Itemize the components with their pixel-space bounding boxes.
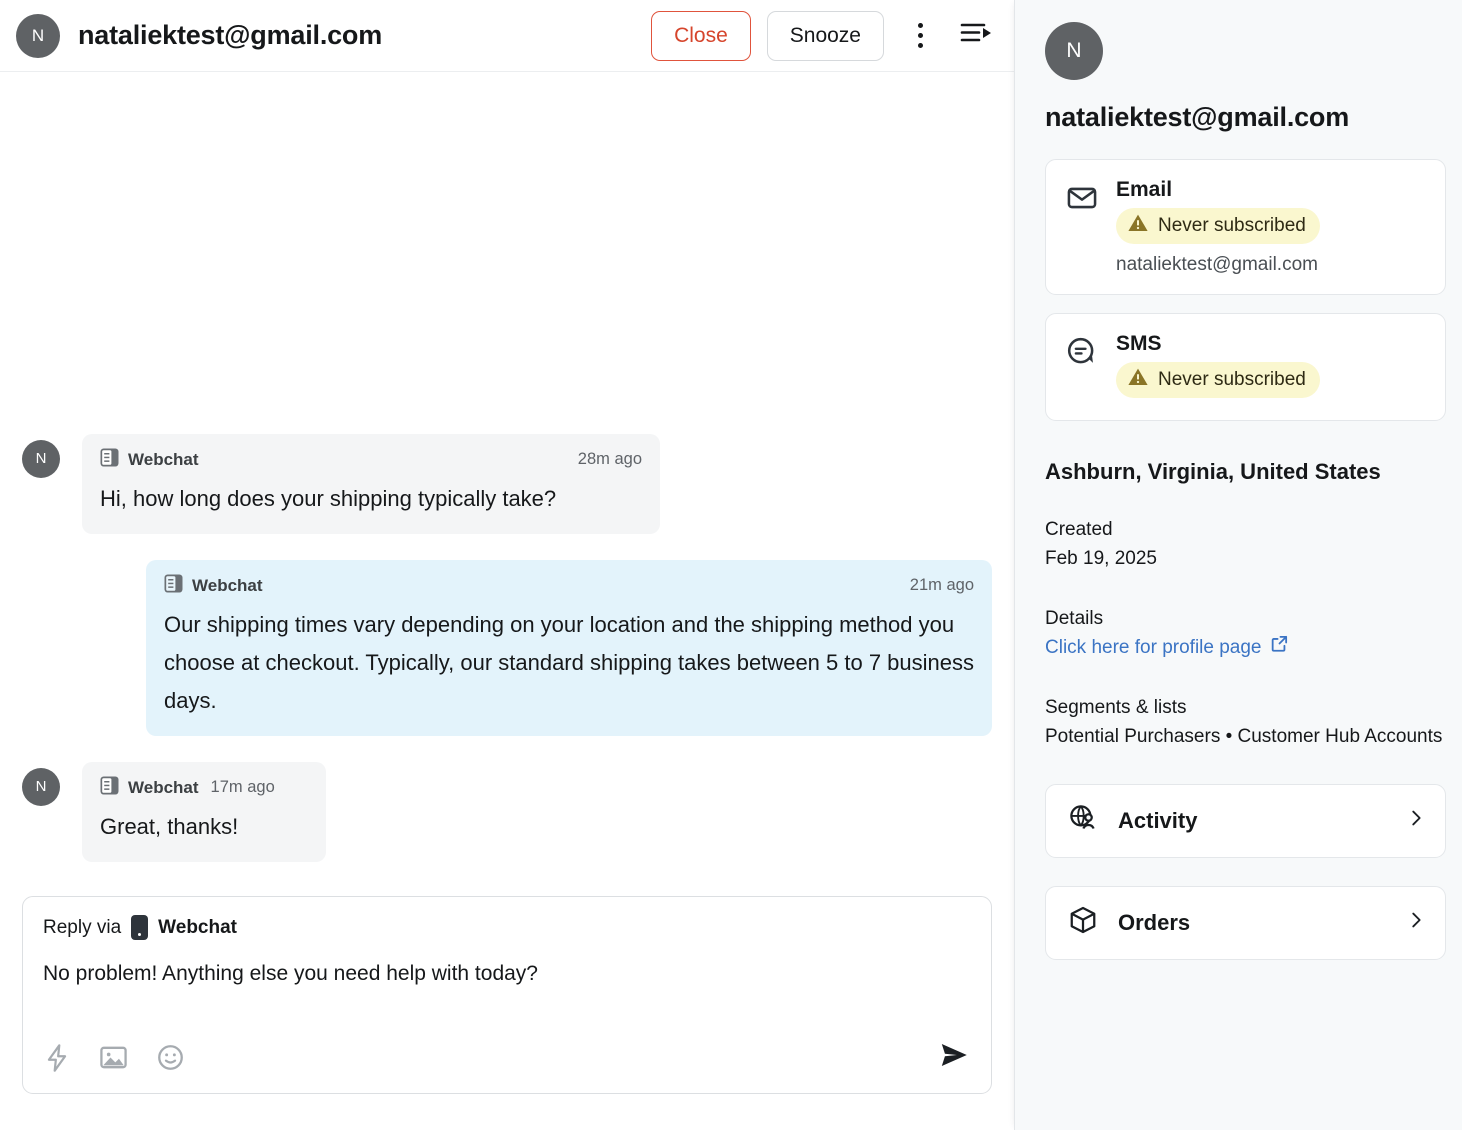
created-label: Created	[1045, 519, 1113, 540]
avatar: N	[22, 439, 60, 478]
emoji-icon[interactable]	[156, 1043, 185, 1072]
more-options-button[interactable]	[900, 14, 940, 58]
message-timestamp: 21m ago	[909, 576, 974, 595]
nav-item-label: Activity	[1118, 807, 1198, 833]
message-meta: Webchat 17m ago	[100, 776, 308, 800]
message-text: Hi, how long does your shipping typicall…	[100, 485, 557, 511]
conversation-header: N nataliektest@gmail.com Close Snooze	[0, 0, 1014, 72]
box-icon	[1068, 905, 1098, 940]
collapse-panel-icon	[960, 20, 992, 51]
reply-input[interactable]: No problem! Anything else you need help …	[43, 962, 971, 1038]
webchat-icon	[164, 574, 183, 598]
channel-card-sms[interactable]: SMS Never subscribed	[1045, 313, 1446, 421]
channel-label: Email	[1116, 178, 1173, 201]
message-bubble: Webchat 21m ago Our shipping times vary …	[146, 559, 992, 736]
channel-card-body: SMS Never subscribed	[1116, 332, 1429, 398]
warning-triangle-icon	[1127, 367, 1149, 393]
snooze-button[interactable]: Snooze	[766, 10, 884, 61]
contact-panel: N nataliektest@gmail.com Email Never sub…	[1014, 0, 1462, 1130]
page-title: nataliektest@gmail.com	[78, 20, 383, 50]
channel-name: Webchat	[128, 777, 199, 797]
reply-via-selector[interactable]: Reply via Webchat	[43, 915, 971, 940]
sms-bubble-icon	[1066, 332, 1098, 398]
segments-field: Segments & lists Potential Purchasers • …	[1045, 693, 1446, 752]
composer-toolbar	[43, 1038, 971, 1077]
status-badge: Never subscribed	[1116, 362, 1320, 398]
collapse-panel-button[interactable]	[956, 14, 996, 58]
reply-via-label: Reply via	[43, 916, 122, 938]
chevron-right-icon	[1405, 909, 1427, 936]
avatar: N	[22, 767, 60, 806]
message-meta: Webchat 21m ago	[164, 574, 974, 598]
message-row: N	[22, 761, 992, 862]
message-timestamp: 28m ago	[577, 450, 642, 469]
nav-item-label: Orders	[1118, 909, 1191, 935]
profile-page-link-label: Click here for profile page	[1045, 637, 1262, 659]
message-meta: Webchat 28m ago	[100, 448, 642, 472]
segments-value: Potential Purchasers • Customer Hub Acco…	[1045, 726, 1443, 748]
header-actions: Close Snooze	[651, 10, 996, 61]
composer-tools	[43, 1043, 185, 1073]
channel-card-email[interactable]: Email Never subscribed nataliektest@gmai…	[1045, 159, 1446, 295]
send-icon	[937, 1038, 971, 1077]
profile-page-link[interactable]: Click here for profile page	[1045, 633, 1289, 662]
channel: Webchat	[164, 574, 263, 598]
created-field: Created Feb 19, 2025	[1045, 515, 1446, 574]
external-link-icon	[1270, 633, 1289, 662]
send-button[interactable]	[937, 1038, 971, 1077]
webchat-icon	[100, 448, 119, 472]
message-bubble: Webchat 28m ago Hi, how long does your s…	[82, 433, 660, 534]
details-label: Details	[1045, 607, 1104, 629]
avatar: N	[16, 13, 60, 58]
channel-name: Webchat	[128, 449, 199, 469]
avatar: N	[1045, 22, 1103, 80]
status-badge: Never subscribed	[1116, 208, 1320, 244]
nav-item-orders[interactable]: Orders	[1045, 885, 1446, 960]
channel-label: SMS	[1116, 332, 1162, 355]
created-value: Feb 19, 2025	[1045, 548, 1157, 570]
message-timestamp: 17m ago	[210, 778, 275, 797]
nav-item-activity[interactable]: Activity	[1045, 783, 1446, 858]
composer-wrapper: Reply via Webchat No problem! Anything e…	[0, 896, 1014, 1130]
details-field: Details Click here for profile page	[1045, 604, 1446, 663]
close-button[interactable]: Close	[651, 10, 751, 61]
kebab-menu-icon	[917, 23, 923, 48]
contact-title: nataliektest@gmail.com	[1045, 102, 1350, 132]
reply-composer[interactable]: Reply via Webchat No problem! Anything e…	[22, 896, 992, 1094]
contact-location: Ashburn, Virginia, United States	[1045, 459, 1381, 484]
quick-reply-icon[interactable]	[43, 1043, 71, 1073]
image-icon[interactable]	[99, 1043, 128, 1072]
message-text: Our shipping times vary depending on you…	[164, 611, 975, 713]
channel: Webchat	[100, 448, 199, 472]
envelope-icon	[1066, 178, 1098, 276]
status-badge-label: Never subscribed	[1158, 215, 1306, 236]
message-row: N	[22, 433, 992, 534]
globe-person-icon	[1068, 803, 1098, 838]
message-row: Webchat 21m ago Our shipping times vary …	[22, 559, 992, 736]
status-badge-label: Never subscribed	[1158, 369, 1306, 390]
message-text: Great, thanks!	[100, 813, 239, 839]
reply-channel-name: Webchat	[158, 916, 237, 938]
webchat-badge-icon	[131, 915, 149, 940]
channel-value: nataliektest@gmail.com	[1116, 254, 1318, 275]
app-root: N nataliektest@gmail.com Close Snooze N …	[0, 0, 1462, 1130]
channel-card-body: Email Never subscribed nataliektest@gmai…	[1116, 178, 1429, 276]
channel: Webchat	[100, 776, 199, 800]
chevron-right-icon	[1405, 807, 1427, 834]
warning-triangle-icon	[1127, 213, 1149, 239]
channel-name: Webchat	[192, 575, 263, 595]
conversation-pane: N nataliektest@gmail.com Close Snooze N …	[0, 0, 1014, 1130]
message-list: N Webchat 28m ago Hi, how long does your…	[0, 72, 1014, 896]
webchat-icon	[100, 776, 119, 800]
segments-label: Segments & lists	[1045, 696, 1187, 718]
message-bubble: Webchat 17m ago Great, thanks!	[82, 761, 326, 862]
